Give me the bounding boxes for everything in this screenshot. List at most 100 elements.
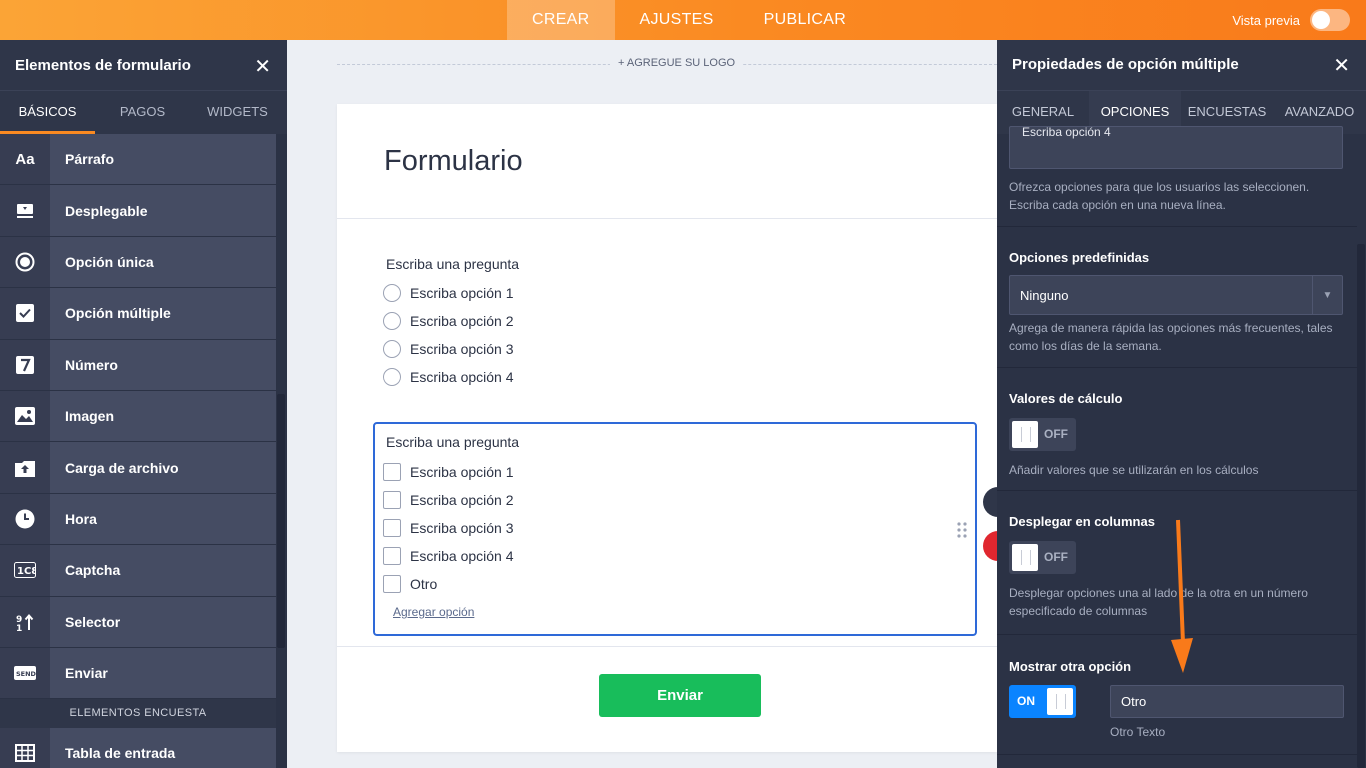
element-single-choice[interactable]: Opción única bbox=[0, 236, 276, 289]
submit-button[interactable]: Enviar bbox=[599, 674, 761, 717]
dropdown-icon bbox=[0, 185, 50, 236]
preview-toggle-group: Vista previa bbox=[1232, 9, 1350, 31]
checkbox-square[interactable] bbox=[383, 575, 401, 593]
element-label: Desplegable bbox=[65, 202, 148, 219]
checkbox-square[interactable] bbox=[383, 491, 401, 509]
checkbox-square[interactable] bbox=[383, 547, 401, 565]
radio-option[interactable]: Escriba opción 1 bbox=[383, 284, 514, 302]
spinner-icon: 91 bbox=[0, 596, 50, 647]
element-label: Opción múltiple bbox=[65, 305, 171, 322]
radio-option[interactable]: Escriba opción 2 bbox=[383, 312, 514, 330]
left-panel-tabs: BÁSICOS PAGOS WIDGETS bbox=[0, 90, 287, 134]
element-label: Opción única bbox=[65, 253, 154, 270]
element-label: Imagen bbox=[65, 408, 115, 425]
radio-circle[interactable] bbox=[383, 340, 401, 358]
preview-switch-knob bbox=[1312, 11, 1330, 29]
other-text-label: Otro Texto bbox=[1110, 725, 1166, 739]
other-toggle[interactable]: ON bbox=[1009, 685, 1076, 718]
tab-basicos[interactable]: BÁSICOS bbox=[0, 91, 95, 134]
other-text-input[interactable]: Otro bbox=[1110, 685, 1344, 718]
element-paragraph[interactable]: Aa Párrafo bbox=[0, 134, 276, 186]
element-multiple-choice[interactable]: Opción múltiple bbox=[0, 288, 276, 340]
option-label: Escriba opción 1 bbox=[410, 464, 514, 480]
element-image[interactable]: Imagen bbox=[0, 390, 276, 443]
checkbox-option-other[interactable]: Otro bbox=[383, 575, 437, 593]
preview-label: Vista previa bbox=[1232, 12, 1300, 28]
checkbox-option[interactable]: Escriba opción 4 bbox=[383, 547, 514, 565]
element-label: Selector bbox=[65, 613, 121, 630]
close-icon[interactable]: ✕ bbox=[1333, 53, 1350, 78]
tab-publicar[interactable]: PUBLICAR bbox=[739, 0, 871, 40]
survey-section-label: ELEMENTOS ENCUESTA bbox=[0, 699, 276, 729]
predefined-description: Agrega de manera rápida las opciones más… bbox=[1009, 321, 1333, 353]
close-icon[interactable]: ✕ bbox=[254, 54, 271, 79]
element-input-table[interactable]: Tabla de entrada bbox=[0, 728, 276, 768]
checkbox-icon bbox=[0, 288, 50, 339]
captcha-icon: 1C8 bbox=[0, 545, 50, 596]
element-file-upload[interactable]: Carga de archivo bbox=[0, 442, 276, 494]
predefined-value: Ninguno bbox=[1020, 288, 1069, 303]
tab-crear[interactable]: CREAR bbox=[507, 0, 615, 40]
header-divider bbox=[337, 218, 997, 219]
radio-circle[interactable] bbox=[383, 284, 401, 302]
preview-switch[interactable] bbox=[1310, 9, 1350, 31]
tab-widgets[interactable]: WIDGETS bbox=[190, 91, 285, 134]
question-label[interactable]: Escriba una pregunta bbox=[386, 434, 519, 450]
columns-toggle[interactable]: OFF bbox=[1009, 541, 1076, 574]
number-icon bbox=[0, 339, 50, 390]
svg-text:1C8: 1C8 bbox=[17, 566, 36, 577]
toggle-knob bbox=[1012, 421, 1038, 448]
predefined-select[interactable]: Ninguno ▼ bbox=[1009, 275, 1343, 315]
calc-description: Añadir valores que se utilizarán en los … bbox=[1009, 463, 1259, 477]
question-label[interactable]: Escriba una pregunta bbox=[386, 256, 519, 272]
radio-option[interactable]: Escriba opción 3 bbox=[383, 340, 514, 358]
predefined-title: Opciones predefinidas bbox=[1009, 250, 1150, 265]
properties-header: Propiedades de opción múltiple ✕ bbox=[997, 40, 1366, 90]
checkbox-square[interactable] bbox=[383, 519, 401, 537]
checkbox-option[interactable]: Escriba opción 3 bbox=[383, 519, 514, 537]
right-scrollbar[interactable] bbox=[1357, 244, 1365, 768]
add-option-link[interactable]: Agregar opción bbox=[393, 605, 474, 619]
upload-icon bbox=[0, 442, 50, 493]
clock-icon bbox=[0, 493, 50, 545]
checkbox-option[interactable]: Escriba opción 2 bbox=[383, 491, 514, 509]
checkbox-square[interactable] bbox=[383, 463, 401, 481]
element-label: Número bbox=[65, 356, 118, 373]
element-captcha[interactable]: 1C8 Captcha bbox=[0, 545, 276, 597]
option-label: Otro bbox=[410, 576, 438, 592]
left-scrollbar[interactable] bbox=[277, 394, 285, 648]
tab-ajustes[interactable]: AJUSTES bbox=[615, 0, 739, 40]
radio-circle[interactable] bbox=[383, 312, 401, 330]
send-icon: SEND bbox=[0, 647, 50, 699]
form-title[interactable]: Formulario bbox=[384, 145, 523, 178]
options-textarea[interactable]: Escriba opción 4 bbox=[1009, 125, 1343, 169]
toggle-knob bbox=[1012, 544, 1038, 571]
element-label: Carga de archivo bbox=[65, 459, 179, 476]
element-spinner[interactable]: 91 Selector bbox=[0, 596, 276, 648]
toggle-state: ON bbox=[1017, 694, 1035, 708]
columns-title: Desplegar en columnas bbox=[1009, 514, 1155, 529]
tab-pagos[interactable]: PAGOS bbox=[95, 91, 190, 134]
element-number[interactable]: Número bbox=[0, 339, 276, 391]
annotation-arrow bbox=[1171, 519, 1193, 673]
checkbox-option[interactable]: Escriba opción 1 bbox=[383, 463, 514, 481]
properties-title: Propiedades de opción múltiple bbox=[1012, 56, 1239, 73]
option-label: Escriba opción 2 bbox=[410, 492, 514, 508]
footer-divider bbox=[337, 646, 997, 647]
drag-handle-icon[interactable] bbox=[957, 522, 967, 541]
option-label: Escriba opción 3 bbox=[410, 341, 514, 357]
predefined-options-section: Opciones predefinidas Ninguno ▼ Agrega d… bbox=[997, 227, 1357, 368]
add-logo-link[interactable]: + AGREGUE SU LOGO bbox=[610, 57, 744, 69]
radio-circle[interactable] bbox=[383, 368, 401, 386]
element-submit[interactable]: SEND Enviar bbox=[0, 647, 276, 700]
option-label: Escriba opción 4 bbox=[410, 369, 514, 385]
options-section: Escriba opción 4 Ofrezca opciones para q… bbox=[997, 125, 1357, 227]
element-dropdown[interactable]: Desplegable bbox=[0, 185, 276, 237]
svg-text:SEND: SEND bbox=[16, 670, 36, 678]
form-card: Formulario Escriba una pregunta Escriba … bbox=[337, 104, 997, 752]
svg-text:1: 1 bbox=[16, 624, 22, 631]
element-time[interactable]: Hora bbox=[0, 493, 276, 546]
radio-icon bbox=[0, 236, 50, 288]
calc-toggle[interactable]: OFF bbox=[1009, 418, 1076, 451]
radio-option[interactable]: Escriba opción 4 bbox=[383, 368, 514, 386]
